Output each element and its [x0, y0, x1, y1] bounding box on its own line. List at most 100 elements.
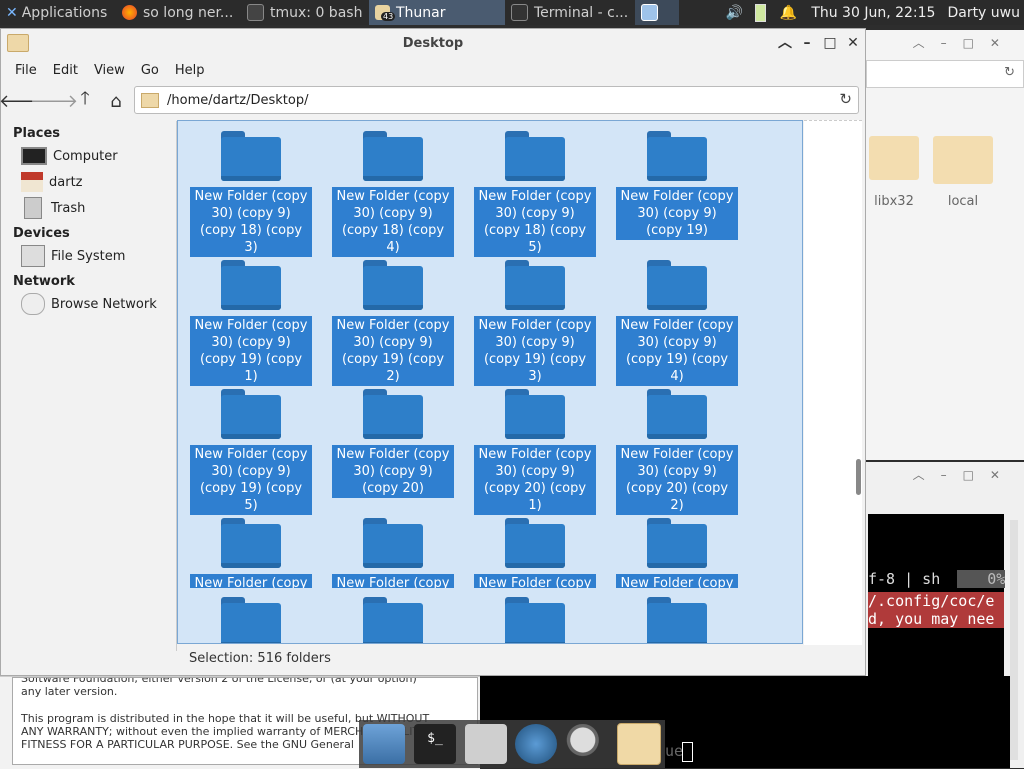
battery-icon[interactable] [754, 3, 766, 22]
folder-icon [505, 260, 565, 310]
folder-item[interactable]: New Folder (copy [474, 518, 596, 588]
title-bar[interactable]: Desktop ︿ – □ ✕ [1, 29, 865, 57]
folder-item[interactable]: New Folder (copy 30) (copy 9) (copy 20) … [616, 389, 738, 515]
trash-icon [24, 197, 42, 219]
menu-go[interactable]: Go [133, 63, 167, 78]
sidebar-item-label: Browse Network [51, 296, 157, 312]
applications-menu[interactable]: ✕ Applications [0, 0, 116, 25]
location-bar[interactable]: /home/dartz/Desktop/ ↻ [134, 86, 859, 114]
bg-window-controls: ︿–□✕ [912, 36, 1016, 50]
folder-item[interactable]: New Folder (copy 30) (copy 9) (copy 18) … [474, 131, 596, 257]
volume-icon[interactable]: 🔊 [725, 5, 742, 21]
bg-folder-label: libx32 [874, 194, 914, 209]
menu-view[interactable]: View [86, 63, 133, 78]
folder-icon [505, 131, 565, 181]
folder-label: New Folder (copy [332, 574, 454, 588]
search-icon[interactable] [565, 724, 608, 764]
folder-item[interactable]: New Folder (copy 30) (copy 9) (copy 19) … [332, 260, 454, 386]
menu-file[interactable]: File [7, 63, 45, 78]
folder-icon [363, 597, 423, 643]
folder-item[interactable]: New Folder (copy 30) (copy 9) (copy 20) [332, 389, 454, 498]
clock[interactable]: Thu 30 Jun, 22:15 [811, 5, 935, 21]
status-bar: Selection: 516 folders [189, 651, 331, 666]
file-view-empty-area[interactable] [804, 120, 862, 645]
file-view[interactable]: New Folder (copy 30) (copy 9) (copy 18) … [177, 120, 803, 644]
folder-item[interactable]: New Folder (copy 30) (copy 9) (copy 19) … [616, 260, 738, 386]
user-menu[interactable]: Darty uwu [947, 5, 1020, 21]
folder-item[interactable]: New Folder (copy 30) (copy 9) (copy 20) … [474, 389, 596, 515]
terminal-line: /.config/coc/e [868, 592, 1004, 610]
forward-arrow-icon[interactable]: 🡒 [30, 87, 78, 115]
up-arrow-icon[interactable]: 🡑 [71, 87, 99, 115]
file-manager-icon[interactable] [616, 723, 661, 765]
task-label: Thunar [396, 4, 446, 21]
folder-item[interactable]: New Folder (copy 30) (copy 9) (copy 19) … [190, 260, 312, 386]
menu-edit[interactable]: Edit [45, 63, 86, 78]
folder-label: New Folder (copy 30) (copy 9) (copy 20) … [616, 445, 738, 515]
folder-label: New Folder (copy 30) (copy 9) (copy 19) … [474, 316, 596, 386]
folder-label: New Folder (copy 30) (copy 9) (copy 19) … [190, 316, 312, 386]
home-icon[interactable]: ⌂ [102, 87, 130, 115]
terminal-icon[interactable]: $_ [413, 724, 456, 764]
folder-item[interactable]: New Folder (copy [190, 518, 312, 588]
task-firefox[interactable]: so long ner... [116, 0, 241, 25]
scrollbar[interactable] [1010, 520, 1018, 760]
folder-label: New Folder (copy 30) (copy 9) (copy 18) … [474, 187, 596, 257]
menu-help[interactable]: Help [167, 63, 213, 78]
task-terminal[interactable]: Terminal - c... [505, 0, 635, 25]
folder-label: New Folder (copy 30) (copy 9) (copy 19) … [616, 316, 738, 386]
sidebar-item-label: File System [51, 248, 126, 264]
sidebar: Places Computer dartz Trash Devices File… [1, 121, 177, 651]
folder-item[interactable]: New Folder (copy 30) (copy 9) (copy 19) … [190, 389, 312, 515]
terminal-icon [247, 4, 264, 21]
sidebar-item-trash[interactable]: Trash [1, 195, 176, 221]
folder-label: New Folder (copy 30) (copy 9) (copy 19) … [190, 445, 312, 515]
folder-item[interactable]: New Folder (copy 30) (copy 9) (copy 19) [616, 131, 738, 240]
folder-item[interactable]: New Folder (copy [616, 518, 738, 588]
folder-item[interactable]: New Folder (copy [332, 518, 454, 588]
notification-bell-icon[interactable]: 🔔 [780, 5, 797, 21]
maximize-button[interactable]: □ [820, 33, 840, 53]
shade-button[interactable]: ︿ [775, 33, 795, 53]
folder-item[interactable]: New Folder (copy 30) (copy 9) (copy 18) … [190, 131, 312, 257]
bg-folder[interactable]: local [930, 136, 996, 209]
close-button[interactable]: ✕ [843, 33, 863, 53]
web-browser-icon[interactable] [515, 724, 558, 764]
folder-label: New Folder (copy 30) (copy 9) (copy 19) [616, 187, 738, 240]
show-desktop-icon[interactable] [363, 724, 406, 764]
task-tmux[interactable]: tmux: 0 bash [241, 0, 369, 25]
sidebar-item-file-system[interactable]: File System [1, 243, 176, 269]
computer-icon [21, 147, 47, 165]
folder-item[interactable] [474, 597, 596, 643]
folder-label: New Folder (copy 30) (copy 9) (copy 20) [332, 445, 454, 498]
sidebar-item-dartz[interactable]: dartz [1, 169, 176, 195]
folder-item[interactable] [332, 597, 454, 643]
prompt-text: ue [665, 742, 684, 760]
minimize-button[interactable]: – [797, 33, 817, 53]
sidebar-item-browse-network[interactable]: Browse Network [1, 291, 176, 317]
task-label: tmux: 0 bash [270, 4, 363, 21]
scrollbar[interactable] [856, 459, 861, 495]
location-path: /home/dartz/Desktop/ [167, 92, 309, 108]
folder-icon [505, 518, 565, 568]
sidebar-item-computer[interactable]: Computer [1, 143, 176, 169]
bg-folder[interactable]: libx32 [866, 136, 922, 209]
xfce-logo-icon: ✕ [6, 4, 18, 21]
folder-label: New Folder (copy [616, 574, 738, 588]
task-window[interactable] [635, 0, 679, 25]
folder-icon [363, 518, 423, 568]
places-heading: Places [13, 126, 61, 141]
folder-icon [933, 136, 993, 184]
reload-icon[interactable]: ↻ [839, 90, 852, 108]
folder-item[interactable]: New Folder (copy 30) (copy 9) (copy 18) … [332, 131, 454, 257]
folder-item[interactable] [190, 597, 312, 643]
home-folder-icon[interactable] [464, 724, 507, 764]
task-thunar[interactable]: 43 Thunar [369, 0, 505, 25]
folder-item[interactable] [616, 597, 738, 643]
sidebar-item-label: Trash [51, 200, 86, 216]
folder-icon [647, 597, 707, 643]
folder-item[interactable]: New Folder (copy 30) (copy 9) (copy 19) … [474, 260, 596, 386]
thunar-window: Desktop ︿ – □ ✕ File Edit View Go Help 🡐… [0, 28, 866, 676]
top-panel: ✕ Applications so long ner... tmux: 0 ba… [0, 0, 1024, 25]
folder-icon [221, 597, 281, 643]
